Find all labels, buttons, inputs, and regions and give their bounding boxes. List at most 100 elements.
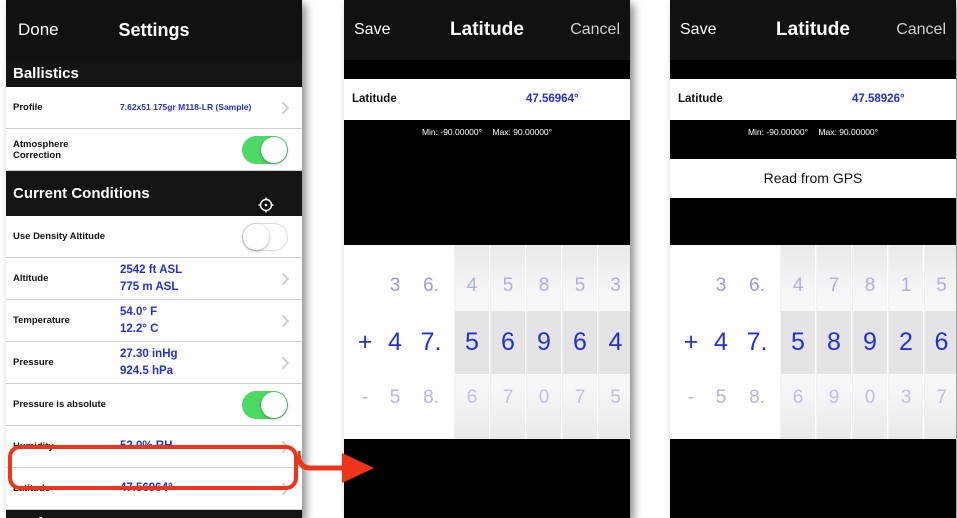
digit-wheel[interactable]: 4 5 6: [780, 245, 815, 439]
chevron-right-icon: [281, 314, 290, 328]
temperature-row[interactable]: Temperature 54.0° F 12.2° C: [6, 300, 302, 342]
selected-digit: 6: [934, 328, 949, 356]
pressure-row[interactable]: Pressure 27.30 inHg 924.5 hPa: [6, 342, 302, 384]
latitude-range: Min: -90.00000° Max: 90.00000°: [670, 122, 956, 142]
latitude-digit-picker[interactable]: + -3 4 5 6. 7. 8. 4 5 6 7 8 9 8 9 0 1 2 3 5 6 7: [670, 245, 956, 439]
temperature-celsius: 12.2° C: [120, 322, 159, 335]
digit-column: 6. 7. 8.: [736, 245, 778, 439]
adjacent-digit: 6.: [749, 275, 765, 296]
section-header-preferences: Preferences: [6, 510, 302, 518]
selected-digit: 5: [465, 328, 479, 356]
digit-wheel[interactable]: 3 4 5: [598, 245, 630, 439]
toggle-knob: [261, 391, 287, 418]
adjacent-digit: 3: [715, 275, 727, 296]
selected-digit: 7.: [746, 328, 768, 356]
profile-row[interactable]: Profile 7.62x51 175gr M118-LR (Sample): [6, 87, 302, 129]
latitude-nav-bar: Save Latitude Cancel: [344, 0, 630, 60]
chevron-right-icon: [281, 101, 290, 115]
pressure-value: 27.30 inHg 924.5 hPa: [120, 342, 178, 383]
pressure-inhg: 27.30 inHg: [120, 347, 178, 360]
latitude-digit-picker[interactable]: + -3 4 5 6. 7. 8. 4 5 6 5 6 7 8 9 0 5 6 7 3 4 5: [344, 245, 630, 439]
section-header-ballistics: Ballistics: [6, 60, 302, 87]
altitude-row[interactable]: Altitude 2542 ft ASL 775 m ASL: [6, 258, 302, 300]
pressure-hpa: 924.5 hPa: [120, 364, 174, 377]
atmosphere-correction-row: Atmosphere Correction: [6, 129, 302, 171]
adjacent-digit: 5: [936, 275, 947, 296]
selected-digit: 4: [608, 328, 623, 356]
digit-wheel[interactable]: 4 5 6: [454, 245, 489, 439]
cancel-button[interactable]: Cancel: [570, 18, 620, 42]
adjacent-digit: 8: [538, 275, 550, 296]
latitude-value-row: Latitude 47.58926°: [670, 79, 956, 120]
latitude-min: Min: -90.00000°: [421, 127, 483, 137]
latitude-max: Max: 90.00000°: [818, 127, 879, 137]
latitude-max: Max: 90.00000°: [492, 127, 553, 137]
selected-digit: 2: [899, 328, 913, 356]
pressure-label: Pressure: [13, 357, 54, 368]
digit-column: + -: [350, 245, 380, 439]
digit-wheel[interactable]: 8 9 0: [526, 245, 561, 439]
read-from-gps-button[interactable]: Read from GPS: [670, 159, 956, 198]
adjacent-digit: -: [687, 387, 695, 408]
digit-wheel[interactable]: 5 6 7: [562, 245, 597, 439]
save-button[interactable]: Save: [354, 18, 390, 42]
digit-wheel[interactable]: 7 8 9: [816, 245, 851, 439]
adjacent-digit: 4: [466, 275, 478, 296]
latitude-row-highlight: [8, 445, 298, 490]
adjacent-digit: 4: [792, 275, 804, 296]
digit-column: 6. 7. 8.: [410, 245, 452, 439]
pressure-absolute-label: Pressure is absolute: [13, 399, 106, 410]
latitude-nav-bar: Save Latitude Cancel: [670, 0, 956, 60]
crosshair-icon[interactable]: [258, 186, 274, 212]
adjacent-digit: 3: [900, 387, 912, 408]
altitude-label: Altitude: [13, 273, 49, 284]
toggle-knob: [261, 136, 287, 163]
arrow-right-icon: [298, 450, 374, 483]
density-altitude-toggle[interactable]: [242, 222, 288, 251]
latitude-value: 47.56964°: [526, 93, 579, 105]
selected-digit: 5: [791, 328, 805, 356]
adjacent-digit: 6: [466, 387, 478, 408]
digit-wheel[interactable]: 1 2 3: [888, 245, 923, 439]
profile-label: Profile: [13, 102, 43, 113]
temperature-label: Temperature: [13, 315, 70, 326]
adjacent-digit: 7: [502, 387, 514, 408]
temperature-value: 54.0° F 12.2° C: [120, 300, 158, 341]
adjacent-digit: 3: [389, 275, 401, 296]
atmosphere-correction-toggle[interactable]: [242, 135, 288, 164]
selected-digit: 4: [388, 328, 402, 356]
selected-digit: 4: [714, 328, 728, 356]
selected-digit: 6: [501, 328, 515, 356]
adjacent-digit: 7: [936, 387, 947, 408]
done-button[interactable]: Done: [18, 18, 59, 42]
adjacent-digit: 7: [574, 387, 586, 408]
digit-column: + -: [676, 245, 706, 439]
digit-column: 3 4 5: [708, 245, 734, 439]
adjacent-digit: 8: [864, 275, 876, 296]
cancel-button[interactable]: Cancel: [896, 18, 946, 42]
selected-digit: +: [683, 328, 699, 356]
digit-wheel[interactable]: 8 9 0: [852, 245, 887, 439]
adjacent-digit: [676, 271, 706, 301]
latitude-min: Min: -90.00000°: [747, 127, 809, 137]
latitude-label: Latitude: [678, 93, 723, 105]
adjacent-digit: 1: [900, 275, 912, 296]
pressure-absolute-toggle[interactable]: [242, 390, 288, 419]
adjacent-digit: 5: [502, 275, 514, 296]
digit-wheel[interactable]: 5 6 7: [490, 245, 525, 439]
adjacent-digit: 0: [538, 387, 550, 408]
density-altitude-row: Use Density Altitude: [6, 216, 302, 258]
latitude-value: 47.58926°: [852, 93, 905, 105]
pressure-absolute-row: Pressure is absolute: [6, 384, 302, 426]
save-button[interactable]: Save: [680, 18, 716, 42]
adjacent-digit: 5: [610, 387, 621, 408]
adjacent-digit: 6: [792, 387, 804, 408]
digit-wheel[interactable]: 5 6 7: [924, 245, 956, 439]
chevron-right-icon: [281, 272, 290, 286]
chevron-right-icon: [281, 356, 290, 370]
toggle-knob: [243, 223, 269, 250]
adjacent-digit: 8.: [423, 387, 439, 408]
latitude-range: Min: -90.00000° Max: 90.00000°: [344, 122, 630, 142]
profile-value: 7.62x51 175gr M118-LR (Sample): [120, 102, 252, 112]
current-conditions-title: Current Conditions: [13, 185, 150, 202]
